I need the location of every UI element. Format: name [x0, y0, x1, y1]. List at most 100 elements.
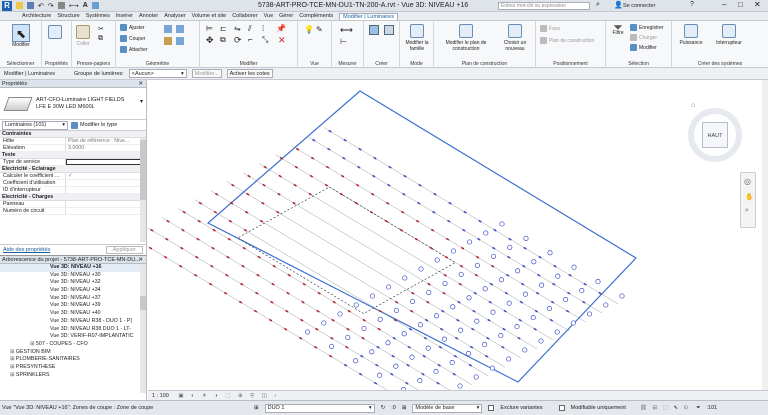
light-fixture[interactable]: [253, 309, 258, 313]
light-fixture[interactable]: [377, 327, 381, 331]
light-fixture[interactable]: [328, 129, 332, 133]
circuit-tag[interactable]: [506, 300, 512, 306]
property-row[interactable]: ID d'interrupteur: [0, 187, 146, 194]
home-icon[interactable]: ⌂: [691, 102, 695, 109]
measure-icon[interactable]: ⟷: [69, 2, 79, 10]
browser-item[interactable]: Vue 3D: NIVEAU +40: [0, 310, 146, 318]
light-fixture[interactable]: [343, 138, 347, 142]
light-fixture[interactable]: [211, 246, 215, 250]
light-fixture[interactable]: [263, 165, 267, 169]
property-section[interactable]: Texte: [0, 152, 146, 159]
light-fixture[interactable]: [537, 273, 541, 277]
light-fixture[interactable]: [226, 255, 230, 259]
light-fixture[interactable]: [421, 372, 425, 376]
browser-item[interactable]: ⊞ 507 - COUPES - CFO: [0, 341, 146, 349]
circuit-tag[interactable]: [522, 291, 528, 297]
tab-vue[interactable]: Vue: [264, 13, 274, 19]
light-fixture[interactable]: [276, 210, 280, 214]
pan-icon[interactable]: ✋: [745, 193, 754, 201]
light-fixture[interactable]: [441, 309, 445, 313]
light-fixture[interactable]: [373, 381, 378, 385]
light-fixture[interactable]: [196, 237, 200, 241]
view-scale[interactable]: 1 : 100: [152, 393, 169, 399]
light-fixture[interactable]: [436, 381, 440, 385]
type-selector[interactable]: ART-CFO-Luminaire LIGHT FIELDS LFE E 30W…: [0, 88, 146, 120]
light-fixture[interactable]: [324, 183, 329, 187]
circuit-tag[interactable]: [489, 365, 495, 371]
circuit-tag[interactable]: [305, 329, 311, 335]
tab-annoter[interactable]: Annoter: [139, 13, 158, 19]
light-fixture[interactable]: [242, 246, 246, 250]
tab-ins-rer[interactable]: Insérer: [116, 13, 133, 19]
browser-item[interactable]: Vue 3D: NIVEAU +37: [0, 295, 146, 303]
light-fixture[interactable]: [361, 336, 365, 340]
light-fixture[interactable]: [240, 282, 244, 286]
light-fixture[interactable]: [347, 309, 351, 313]
circuit-tag[interactable]: [402, 275, 408, 281]
light-fixture[interactable]: [504, 291, 509, 295]
wall-join-icon[interactable]: [176, 25, 184, 33]
light-fixture[interactable]: [501, 345, 505, 349]
circuit-tag[interactable]: [441, 336, 447, 342]
circuit-tag[interactable]: [353, 302, 359, 308]
circuit-tag[interactable]: [418, 266, 424, 272]
app-logo[interactable]: R: [2, 1, 12, 11]
light-fixture[interactable]: [484, 354, 489, 358]
circuit-tag[interactable]: [522, 347, 528, 353]
activate-dimensions-button[interactable]: Activer les cotes: [226, 69, 273, 78]
light-fixture[interactable]: [210, 264, 214, 268]
load-selection-button[interactable]: Charger: [630, 34, 657, 41]
circuit-tag[interactable]: [546, 306, 552, 312]
instance-filter-select[interactable]: Luminaires (101) ▾: [2, 120, 68, 130]
delete-icon[interactable]: ✕: [278, 35, 286, 46]
light-fixture[interactable]: [255, 291, 259, 295]
light-fixture[interactable]: [519, 300, 524, 304]
light-fixture[interactable]: [360, 354, 364, 358]
circuit-tag[interactable]: [433, 369, 439, 375]
light-fixture[interactable]: [454, 336, 459, 340]
join-icon[interactable]: [164, 25, 172, 33]
light-fixture[interactable]: [391, 354, 395, 358]
properties-button[interactable]: [48, 25, 62, 41]
circuit-tag[interactable]: [571, 264, 577, 270]
light-fixture[interactable]: [493, 228, 497, 232]
browser-item[interactable]: Vue 3D: NIVEAU +32: [0, 279, 146, 287]
array-icon[interactable]: ⁞: [262, 24, 264, 33]
light-fixture[interactable]: [180, 246, 184, 250]
circuit-tag[interactable]: [523, 235, 529, 241]
circuit-tag[interactable]: [603, 302, 609, 308]
circuit-tag[interactable]: [507, 244, 513, 250]
save-selection-button[interactable]: Enregistrer: [630, 24, 663, 31]
property-value[interactable]: 3.0000: [66, 145, 146, 151]
light-fixture[interactable]: [271, 282, 275, 286]
light-fixture[interactable]: [418, 183, 422, 187]
light-fixture[interactable]: [518, 318, 522, 322]
circuit-tag[interactable]: [369, 293, 375, 299]
tab-collaborer[interactable]: Collaborer: [232, 13, 257, 19]
light-fixture[interactable]: [415, 219, 420, 223]
help-icon[interactable]: ?: [690, 1, 694, 8]
light-fixture[interactable]: [243, 228, 248, 232]
light-fixture[interactable]: [388, 165, 392, 169]
browser-item[interactable]: Vue 3D: NIVEAU R38 - DUO 1 - P(: [0, 318, 146, 326]
light-fixture[interactable]: [312, 138, 316, 142]
apply-button[interactable]: Appliquer: [105, 246, 143, 254]
workplane-place-button[interactable]: Plan de construction: [540, 37, 594, 44]
light-fixture[interactable]: [438, 345, 443, 349]
light-fixture[interactable]: [287, 273, 291, 277]
light-fixture[interactable]: [373, 156, 377, 160]
circuit-tag[interactable]: [619, 293, 625, 299]
light-fixture[interactable]: [357, 165, 361, 169]
property-section[interactable]: Electricité - Eclairage: [0, 166, 146, 173]
circuit-tag[interactable]: [554, 329, 560, 335]
property-row[interactable]: Panneau: [0, 201, 146, 208]
workset-select[interactable]: DUO 1 ▾: [264, 403, 375, 413]
browser-item[interactable]: Vue 3D: VERIF-R07-IMPLANTATIC: [0, 333, 146, 341]
tab-analyser[interactable]: Analyser: [164, 13, 185, 19]
switch-button[interactable]: Interrupteur: [712, 24, 746, 46]
circuit-tag[interactable]: [458, 271, 464, 277]
pick-new-host-button[interactable]: Choisir un nouveau: [498, 24, 532, 52]
circuit-tag[interactable]: [345, 334, 351, 340]
property-row[interactable]: Hôte Plan de référence : Nive...: [0, 138, 146, 145]
property-row[interactable]: Type de service: [0, 159, 146, 166]
